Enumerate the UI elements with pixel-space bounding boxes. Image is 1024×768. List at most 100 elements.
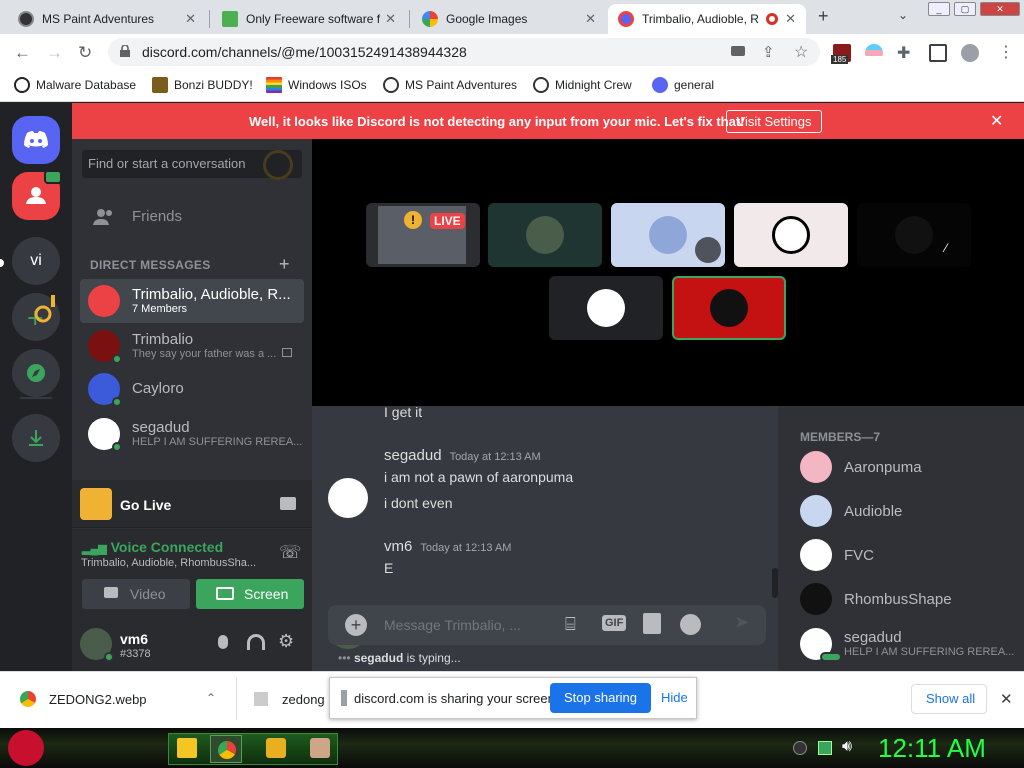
- start-angry-bird-icon[interactable]: [8, 730, 44, 766]
- participant-tile-vm6[interactable]: [488, 203, 602, 267]
- dm-subtitle: They say your father was a ...: [132, 347, 277, 360]
- stop-sharing-button[interactable]: Stop sharing: [550, 683, 651, 713]
- dm-item-trimbalio[interactable]: Trimbalio They say your father was a ...: [80, 324, 304, 368]
- bookmark-midnight-crew[interactable]: Midnight Crew: [533, 76, 632, 94]
- participant-avatar: [710, 289, 748, 327]
- reload-icon[interactable]: ↻: [78, 43, 92, 63]
- visit-settings-button[interactable]: Visit Settings: [726, 110, 822, 133]
- participant-tile-fvc[interactable]: [734, 203, 848, 267]
- tab-search-chevron-icon[interactable]: ⌄: [898, 8, 908, 22]
- close-notice-icon[interactable]: ✕: [990, 111, 1003, 131]
- participant-tile-rhombusshape[interactable]: ⁄: [857, 203, 971, 267]
- dm-name: segadud: [132, 418, 190, 436]
- tab-freeware[interactable]: Only Freeware software f ✕: [212, 4, 406, 34]
- close-tab-icon[interactable]: ✕: [785, 11, 796, 27]
- bookmark-star-icon[interactable]: ☆: [794, 42, 808, 62]
- emoji-icon[interactable]: [680, 614, 701, 635]
- member-rhombusshape[interactable]: RhombusShape: [800, 583, 1020, 615]
- mic-notice-bar: Well, it looks like Discord is not detec…: [72, 103, 1024, 139]
- participant-tile-trimbalio[interactable]: [672, 276, 786, 340]
- side-panel-icon[interactable]: [929, 44, 947, 62]
- camera-icon[interactable]: [731, 46, 745, 56]
- bookmark-malware-database[interactable]: Malware Database: [14, 76, 136, 94]
- stream-tile-vm6[interactable]: ! LIVE: [366, 203, 480, 267]
- close-tab-icon[interactable]: ✕: [385, 11, 396, 27]
- drag-handle-icon[interactable]: [341, 690, 347, 706]
- participant-tile-segadud[interactable]: [549, 276, 663, 340]
- tray-battery-icon[interactable]: [818, 741, 832, 755]
- volume-icon[interactable]: 🔊︎: [842, 738, 852, 756]
- friends-label: Friends: [132, 208, 183, 225]
- close-downloads-icon[interactable]: ✕: [1000, 690, 1013, 708]
- dm-item-cayloro[interactable]: Cayloro: [80, 367, 304, 411]
- microphone-icon[interactable]: [218, 635, 228, 649]
- member-fvc[interactable]: FVC: [800, 539, 1020, 571]
- tab-ms-paint[interactable]: MS Paint Adventures ✕: [8, 4, 206, 34]
- paint-icon[interactable]: [266, 738, 286, 758]
- maximize-button[interactable]: ▢: [954, 2, 976, 16]
- tab-title: MS Paint Adventures: [42, 12, 155, 26]
- bookmark-windows-isos[interactable]: Windows ISOs: [266, 76, 367, 94]
- extension-flag-icon[interactable]: [865, 44, 883, 62]
- back-icon[interactable]: ←: [14, 43, 31, 63]
- member-aaronpuma[interactable]: Aaronpuma: [800, 451, 1020, 483]
- tab-google-images[interactable]: Google Images ✕: [412, 4, 606, 34]
- dm-item-group[interactable]: Trimbalio, Audioble, R... 7 Members: [80, 279, 304, 323]
- minimize-button[interactable]: _: [928, 2, 950, 16]
- download-item-file2[interactable]: zedong: [282, 692, 325, 707]
- disconnect-icon[interactable]: ☏: [279, 542, 302, 563]
- dm-item-segadud[interactable]: segadud HELP I AM SUFFERING REREA...: [80, 412, 304, 456]
- explore-compass-icon[interactable]: [12, 349, 60, 397]
- attach-plus-icon[interactable]: +: [345, 614, 367, 636]
- close-window-button[interactable]: ✕: [980, 2, 1020, 16]
- close-tab-icon[interactable]: ✕: [185, 11, 196, 27]
- download-item-file1[interactable]: ZEDONG2.webp: [49, 692, 147, 707]
- server-vi[interactable]: vi: [12, 237, 60, 285]
- video-label: Video: [130, 586, 166, 602]
- menu-kebab-icon[interactable]: ⋮: [998, 42, 1014, 62]
- tab-discord[interactable]: Trimbalio, Audioble, R ✕: [608, 4, 806, 34]
- forward-icon[interactable]: →: [46, 43, 63, 63]
- friends-item[interactable]: Friends: [80, 199, 304, 235]
- tray-arrow-icon[interactable]: [793, 741, 807, 755]
- user-avatar[interactable]: [80, 628, 114, 662]
- settings-gear-icon[interactable]: ⚙: [278, 631, 294, 652]
- message-author[interactable]: vm6: [384, 538, 412, 555]
- lock-icon[interactable]: [120, 45, 130, 57]
- member-segadud[interactable]: segadud HELP I AM SUFFERING REREA...: [800, 627, 1020, 662]
- file-explorer-icon[interactable]: [177, 738, 197, 758]
- message-avatar[interactable]: [328, 478, 368, 518]
- member-audioble[interactable]: Audioble: [800, 495, 1020, 527]
- discord-home-icon[interactable]: [12, 116, 60, 164]
- screen-share-icon: [216, 587, 234, 600]
- profile-avatar-icon[interactable]: [961, 44, 979, 62]
- gift-icon[interactable]: ⌸: [565, 614, 576, 635]
- bookmark-general[interactable]: general: [652, 76, 714, 94]
- taskbar-chrome-button[interactable]: [210, 735, 242, 763]
- group-dm-icon[interactable]: [12, 170, 62, 220]
- typing-suffix: is typing...: [406, 651, 461, 665]
- download-arrow-icon: [222, 11, 238, 27]
- download-chevron-icon[interactable]: ⌃: [206, 691, 216, 705]
- add-server-icon[interactable]: +: [12, 293, 60, 341]
- message-author[interactable]: segadud: [384, 447, 442, 464]
- share-icon[interactable]: ⇪: [762, 43, 775, 61]
- participant-tile-audioble[interactable]: [611, 203, 725, 267]
- bookmark-bonzi-buddy[interactable]: Bonzi BUDDY!: [152, 76, 253, 94]
- headphones-icon[interactable]: [247, 634, 265, 650]
- go-live-screen-icon[interactable]: [280, 497, 296, 510]
- close-tab-icon[interactable]: ✕: [585, 11, 596, 27]
- muted-mic-icon: [695, 237, 721, 263]
- hide-button[interactable]: Hide: [661, 690, 688, 705]
- download-apps-icon[interactable]: [12, 414, 60, 462]
- sticker-icon[interactable]: [643, 613, 661, 634]
- bookmark-ms-paint-adventures[interactable]: MS Paint Adventures: [383, 76, 517, 94]
- create-dm-icon[interactable]: +: [279, 254, 290, 275]
- send-icon[interactable]: ➤: [734, 612, 749, 633]
- gif-icon[interactable]: GIF: [602, 615, 627, 631]
- bookmark-icon: [533, 77, 549, 93]
- new-tab-button[interactable]: +: [818, 6, 829, 27]
- extensions-puzzle-icon[interactable]: ✚: [897, 43, 910, 63]
- taskbar-clock[interactable]: 12:11 AM: [878, 733, 986, 764]
- app-icon[interactable]: [310, 738, 330, 758]
